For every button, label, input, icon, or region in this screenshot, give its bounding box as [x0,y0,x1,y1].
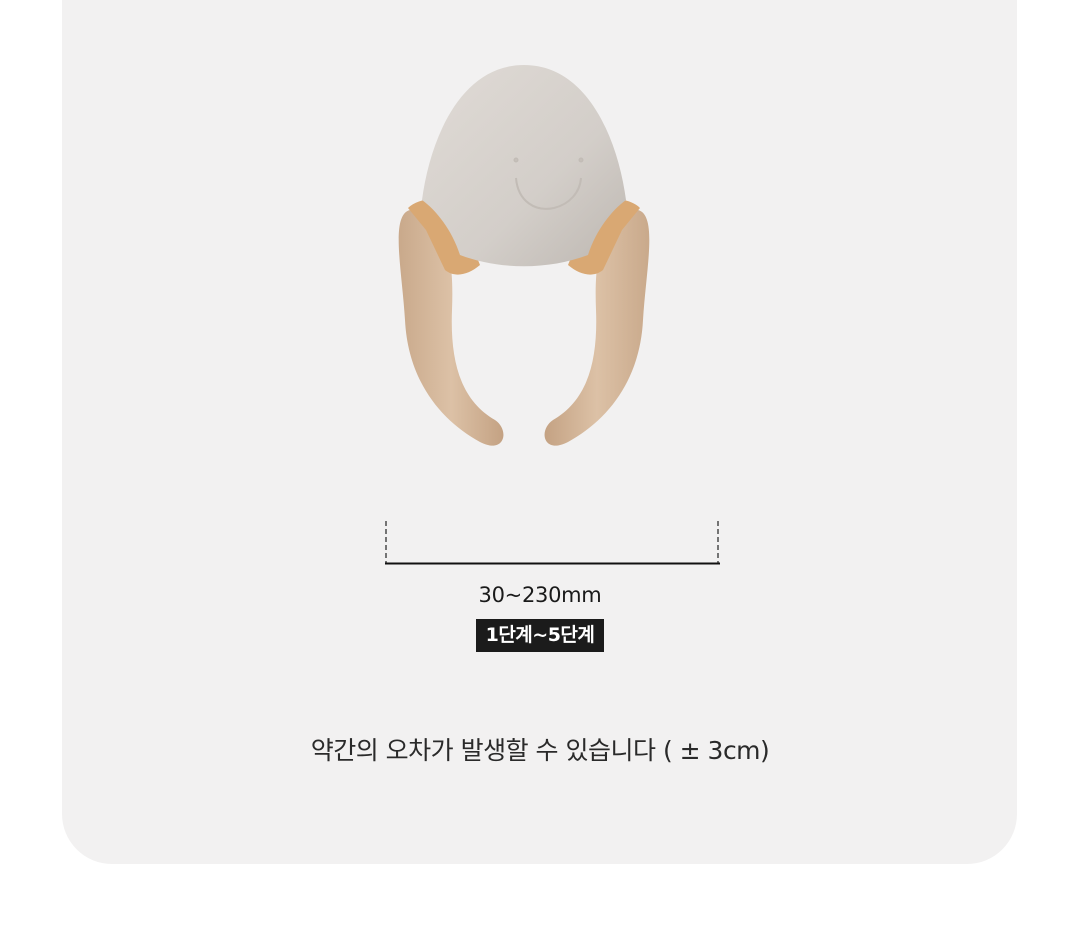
neck-massager-image [398,65,650,446]
main-body [422,65,626,267]
adjust-level-badge: 1단계~5단계 [475,619,605,652]
tolerance-note: 약간의 오차가 발생할 수 있습니다 ( ± 3cm) [310,736,770,765]
size-range-text: 30~230mm [478,583,602,607]
width-dimension-line [385,521,720,565]
